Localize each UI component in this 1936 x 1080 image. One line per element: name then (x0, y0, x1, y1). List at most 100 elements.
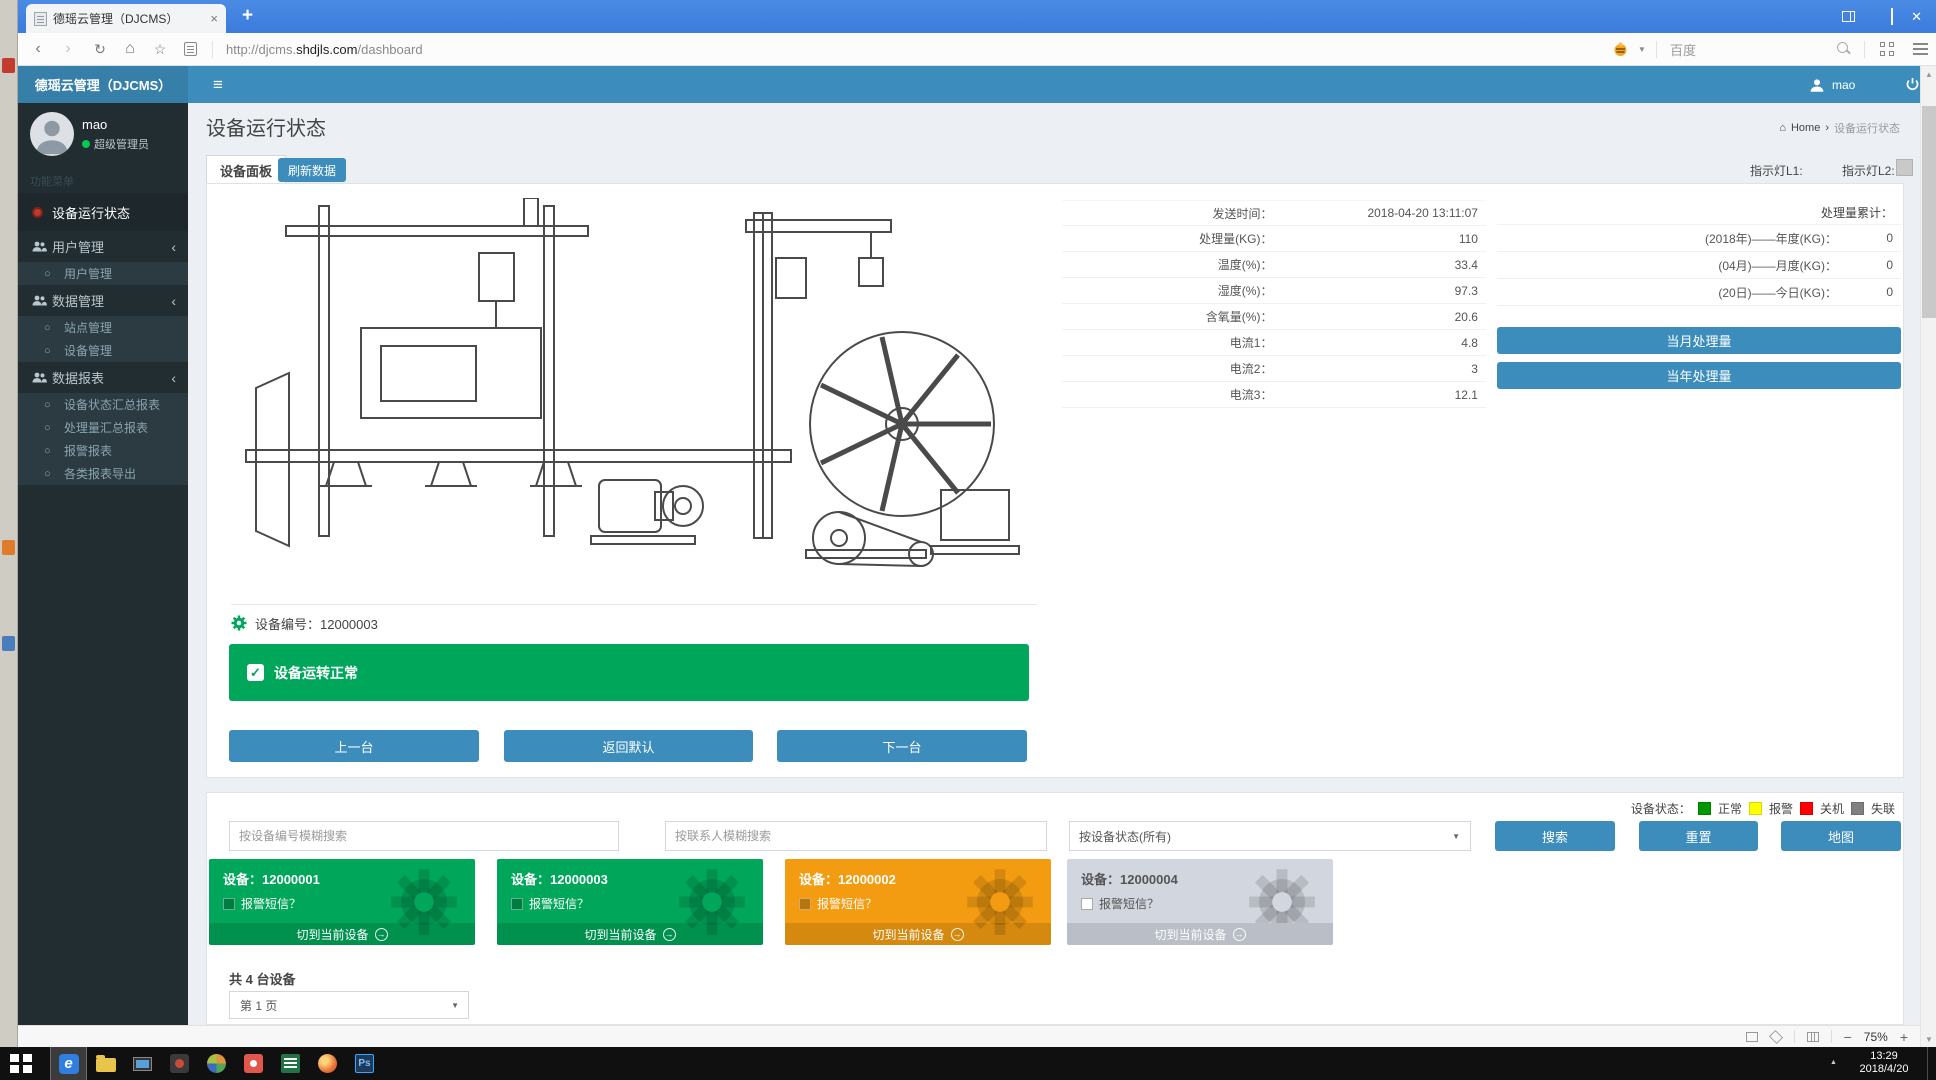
forward-icon[interactable]: › (58, 33, 78, 65)
window-mode-icon[interactable] (1746, 1032, 1758, 1042)
scrollbar-thumb[interactable] (1922, 106, 1936, 318)
taskbar-browser-icon[interactable]: e (50, 1047, 87, 1080)
sidebar-item-user-mgmt-sub[interactable]: ○ 用户管理 (18, 262, 188, 285)
sidebar-item-user-mgmt[interactable]: 用户管理 ‹ (18, 231, 188, 262)
taskbar-spreadsheet-icon[interactable] (272, 1047, 309, 1080)
prev-device-button[interactable]: 上一台 (229, 730, 479, 762)
breadcrumb-home[interactable]: Home (1791, 122, 1820, 134)
navbar-user-menu[interactable]: mao (1808, 66, 1855, 103)
scroll-down-icon[interactable]: ▼ (1921, 1031, 1936, 1047)
chevron-left-icon: ‹ (171, 239, 176, 255)
zoom-level[interactable]: 75% (1864, 1030, 1888, 1044)
reading-row: 含氧量(%)：20.6 (1062, 304, 1486, 330)
readings-table: 发送时间：2018-04-20 13:11:07 处理量(KG)：110 温度(… (1062, 200, 1486, 408)
card-sms-row: 报警短信？ (799, 895, 877, 912)
app-brand[interactable]: 德瑶云管理（DJCMS） (18, 66, 188, 103)
grid-view-icon[interactable] (1807, 1032, 1819, 1042)
sidebar-item-data-mgmt[interactable]: 数据管理 ‹ (18, 285, 188, 316)
device-card[interactable]: 设备：12000002 报警短信？ 切到当前设备→ (785, 859, 1051, 945)
device-number-value: 12000003 (320, 617, 378, 632)
device-card[interactable]: 设备：12000004 报警短信？ 切到当前设备→ (1067, 859, 1333, 945)
device-status-select[interactable]: 按设备状态(所有) ▼ (1069, 821, 1471, 851)
scroll-up-icon[interactable]: ▲ (1921, 66, 1936, 82)
sms-checkbox[interactable] (1081, 898, 1093, 910)
contact-search-input[interactable] (665, 821, 1047, 851)
taskbar-tool-icon[interactable] (161, 1047, 198, 1080)
record-circle-icon (32, 207, 52, 218)
refresh-icon[interactable]: ↻ (90, 33, 110, 65)
return-default-button[interactable]: 返回默认 (504, 730, 753, 762)
month-volume-button[interactable]: 当月处理量 (1497, 327, 1901, 354)
url-field[interactable]: http://djcms.shdjls.com/dashboard (226, 33, 423, 65)
switch-device-button[interactable]: 切到当前设备→ (497, 923, 763, 945)
switch-device-button[interactable]: 切到当前设备→ (1067, 923, 1333, 945)
menu-icon[interactable] (1913, 43, 1928, 55)
home-icon[interactable]: ⌂ (120, 33, 140, 65)
year-volume-button[interactable]: 当年处理量 (1497, 362, 1901, 389)
browser-tab[interactable]: 德瑶云管理（DJCMS） × (26, 4, 226, 33)
taskbar-photoshop-icon[interactable]: Ps (346, 1047, 383, 1080)
reading-mode-icon[interactable] (180, 33, 200, 65)
next-device-button[interactable]: 下一台 (777, 730, 1027, 762)
legend-off-swatch (1800, 802, 1813, 815)
engine-search-placeholder[interactable]: 百度 (1670, 33, 1696, 65)
favorites-star-icon[interactable]: ☆ (150, 33, 170, 65)
chevron-left-icon: ‹ (171, 293, 176, 309)
switch-device-button[interactable]: 切到当前设备→ (785, 923, 1051, 945)
search-icon[interactable] (1836, 41, 1851, 56)
back-icon[interactable]: ‹ (28, 33, 48, 65)
sidebar-item-report-export[interactable]: ○ 各类报表导出 (18, 462, 188, 485)
arrow-right-icon: → (663, 928, 676, 941)
tab-close-icon[interactable]: × (210, 11, 218, 26)
card-device-title: 设备：12000003 (511, 869, 608, 888)
taskbar-browser2-icon[interactable] (198, 1047, 235, 1080)
tray-expand-icon[interactable]: ▲ (1830, 1059, 1837, 1066)
zoom-in-icon[interactable]: + (1900, 1029, 1908, 1045)
apps-grid-icon[interactable] (1880, 42, 1894, 56)
legend-normal-label: 正常 (1718, 800, 1742, 817)
sms-checkbox[interactable] (511, 898, 523, 910)
panels-icon[interactable] (1842, 11, 1855, 22)
sidebar-item-data-reports[interactable]: 数据报表 ‹ (18, 362, 188, 393)
sms-checkbox[interactable] (799, 898, 811, 910)
sidebar-item-device-status[interactable]: 设备运行状态 (18, 193, 188, 231)
circle-o-icon: ○ (44, 445, 64, 457)
url-domain: shdjls.com (296, 42, 357, 57)
sidebar-item-alarm-report[interactable]: ○ 报警报表 (18, 439, 188, 462)
switch-device-button[interactable]: 切到当前设备→ (209, 923, 475, 945)
show-desktop-button[interactable] (1927, 1047, 1936, 1080)
tab-device-panel[interactable]: 设备面板 (206, 155, 286, 184)
divider (231, 604, 1037, 605)
maximize-icon[interactable] (1891, 8, 1893, 25)
sidebar-item-status-report[interactable]: ○ 设备状态汇总报表 (18, 393, 188, 416)
sidebar-item-site-mgmt[interactable]: ○ 站点管理 (18, 316, 188, 339)
device-card[interactable]: 设备：12000003 报警短信？ 切到当前设备→ (497, 859, 763, 945)
refresh-data-button[interactable]: 刷新数据 (278, 158, 346, 182)
fullscreen-icon[interactable] (1769, 1029, 1783, 1043)
search-button[interactable]: 搜索 (1495, 821, 1615, 851)
zoom-out-icon[interactable]: − (1844, 1029, 1852, 1045)
sms-checkbox[interactable] (223, 898, 235, 910)
page-select[interactable]: 第 1 页 ▼ (229, 991, 469, 1019)
sidebar-toggle-icon[interactable]: ≡ (200, 66, 236, 103)
taskbar-clock[interactable]: 13:29 2018/4/20 (1848, 1050, 1920, 1076)
breadcrumb-current: 设备运行状态 (1834, 120, 1900, 136)
new-tab-button[interactable]: + (242, 5, 253, 27)
device-number-search-input[interactable] (229, 821, 619, 851)
page-scrollbar[interactable]: ▲ ▼ (1920, 66, 1936, 1047)
taskbar-folder-icon[interactable] (87, 1047, 124, 1080)
search-engine-bee-icon[interactable] (1612, 41, 1629, 58)
taskbar-computer-icon[interactable] (124, 1047, 161, 1080)
device-number-label: 设备编号： (255, 617, 320, 632)
engine-dropdown-caret-icon[interactable]: ▼ (1638, 45, 1646, 54)
reset-button[interactable]: 重置 (1639, 821, 1758, 851)
card-sms-row: 报警短信？ (223, 895, 301, 912)
close-icon[interactable]: ✕ (1911, 10, 1922, 23)
sidebar-item-device-mgmt[interactable]: ○ 设备管理 (18, 339, 188, 362)
start-button-icon[interactable] (10, 1054, 32, 1073)
taskbar-firefox-icon[interactable] (309, 1047, 346, 1080)
taskbar-image-viewer-icon[interactable] (235, 1047, 272, 1080)
sidebar-item-volume-report[interactable]: ○ 处理量汇总报表 (18, 416, 188, 439)
map-button[interactable]: 地图 (1781, 821, 1901, 851)
device-card[interactable]: 设备：12000001 报警短信？ 切到当前设备→ (209, 859, 475, 945)
